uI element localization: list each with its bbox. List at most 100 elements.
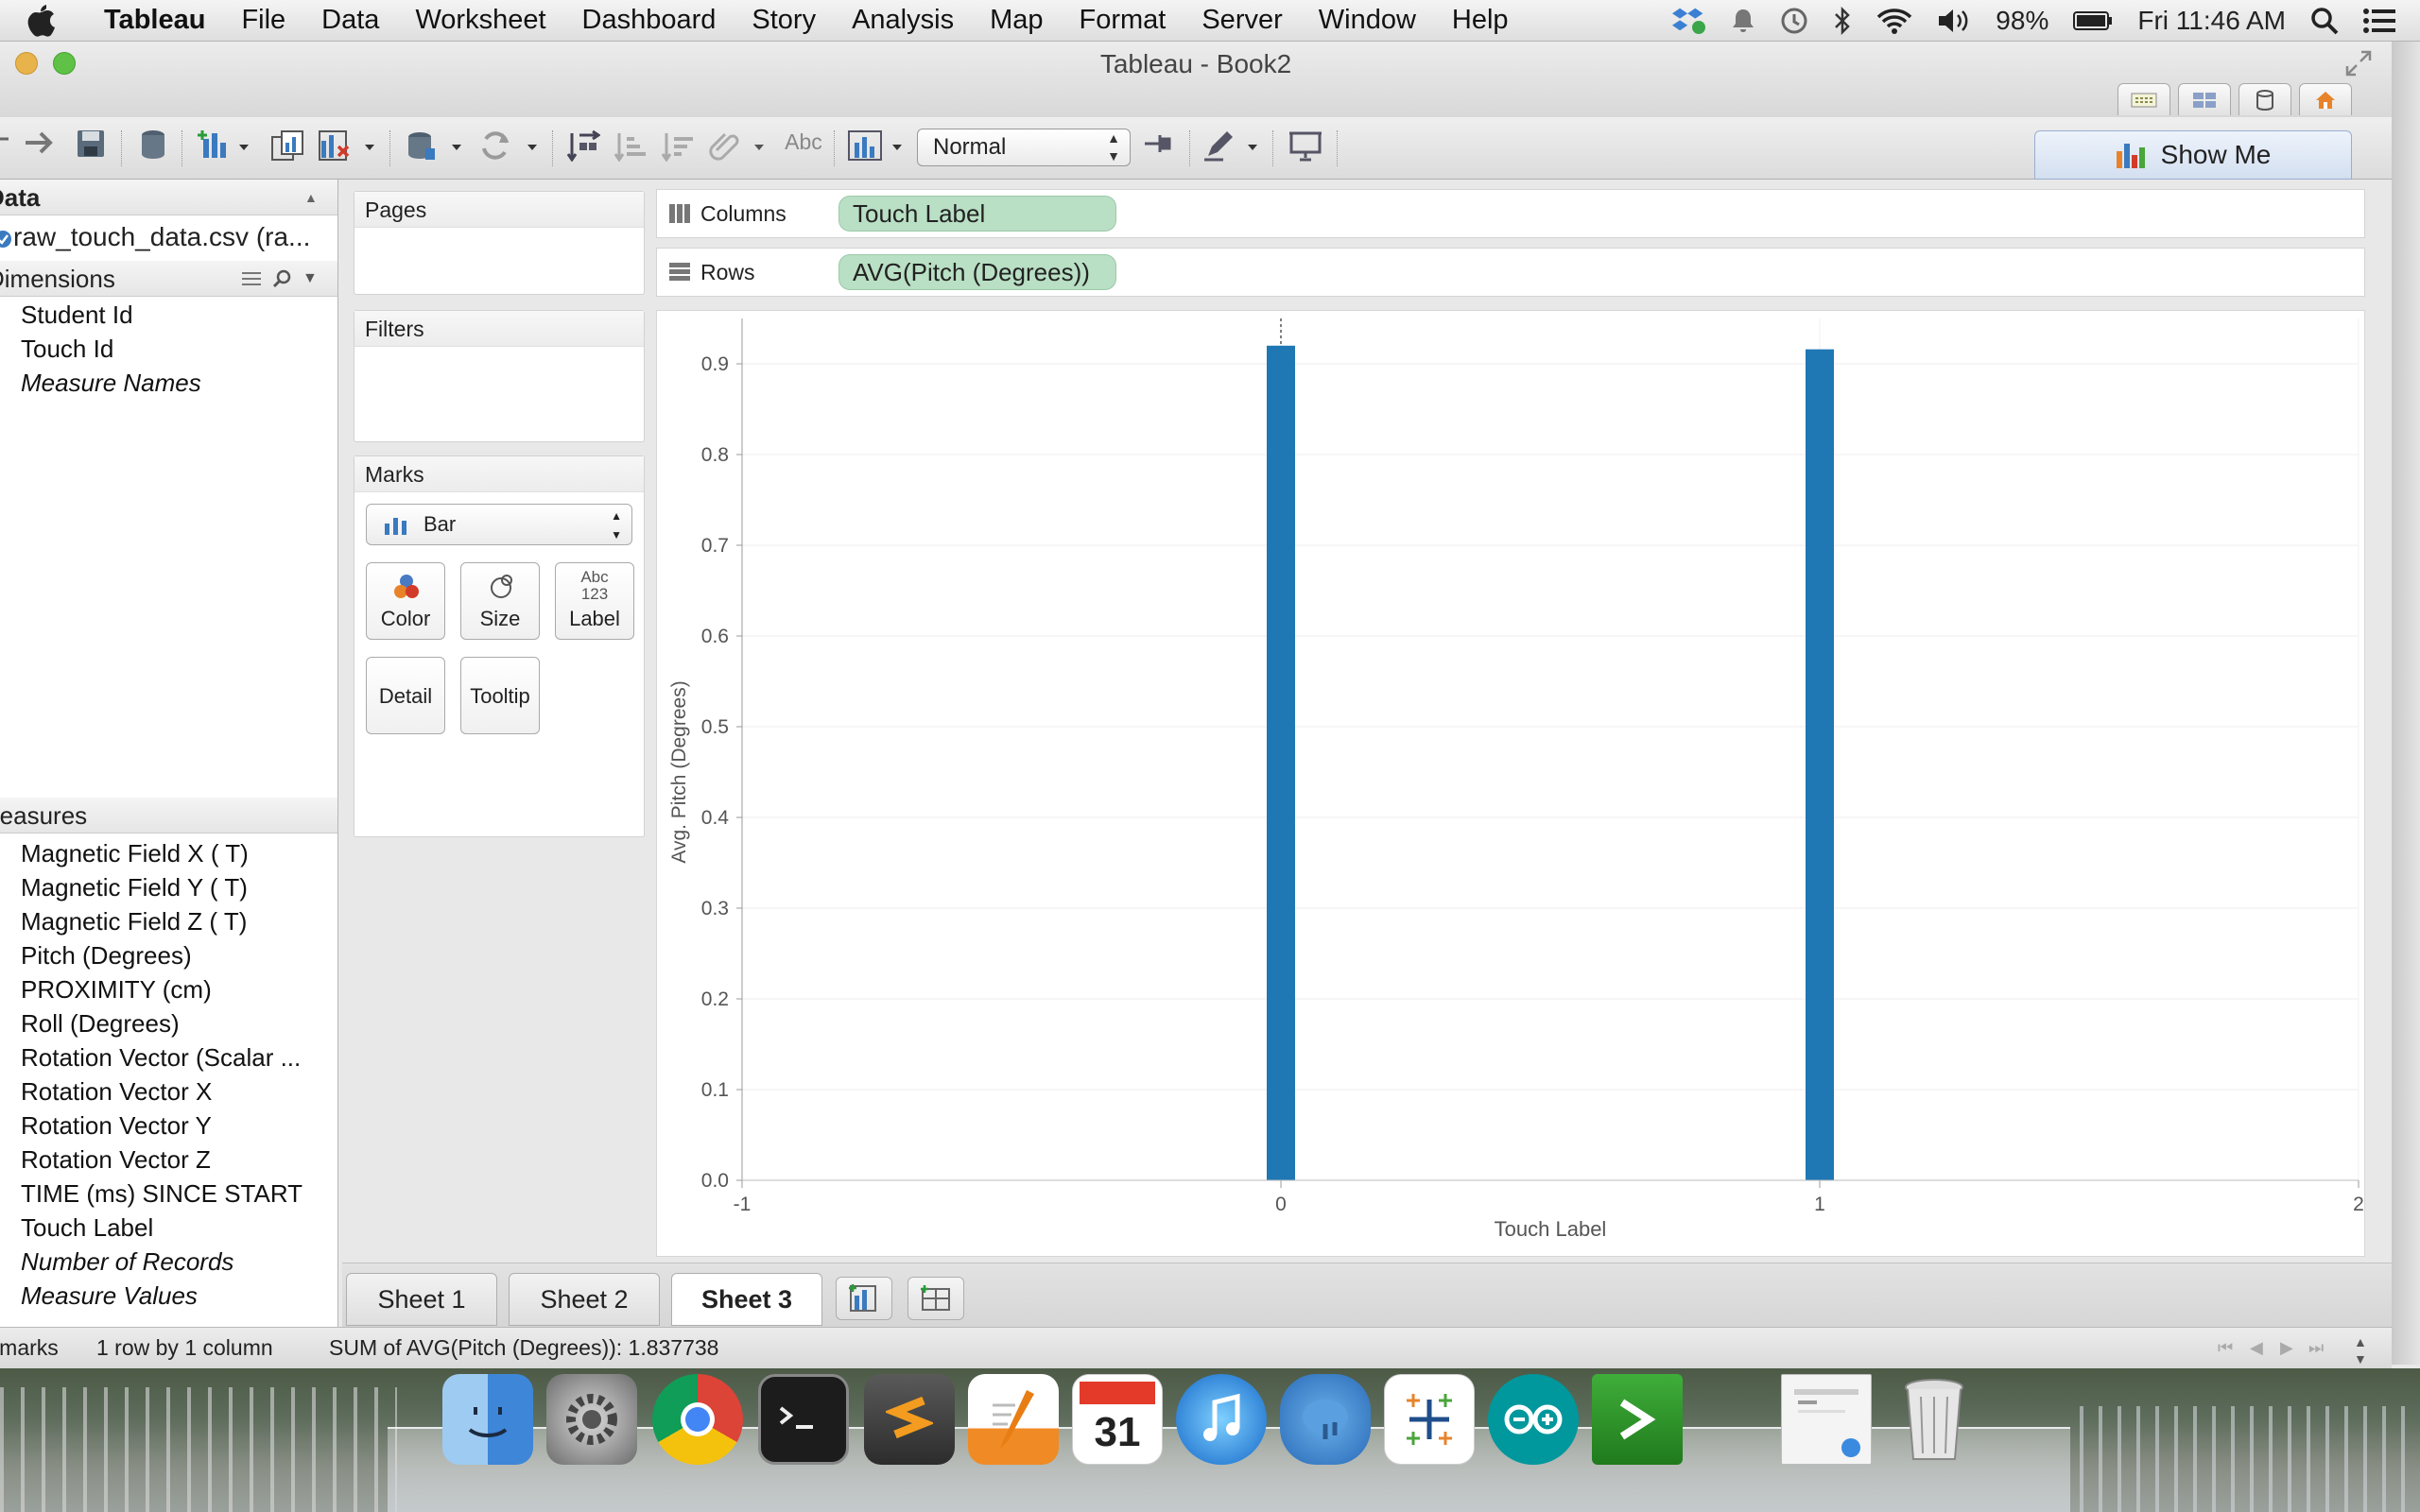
color-mark-button[interactable]: Color xyxy=(366,562,445,640)
menu-help[interactable]: Help xyxy=(1434,5,1527,36)
sheet-nav-prev-icon[interactable]: ◀ xyxy=(2250,1328,2263,1367)
field-measure-values[interactable]: Measure Values xyxy=(21,1281,198,1311)
menu-map[interactable]: Map xyxy=(972,5,1061,36)
data-source-item[interactable]: raw_touch_data.csv (ra... xyxy=(0,219,337,255)
pause-updates-icon[interactable] xyxy=(403,129,465,162)
sort-descending-icon[interactable] xyxy=(658,129,698,162)
field-time-since-start[interactable]: TIME (ms) SINCE START xyxy=(21,1179,302,1209)
sheet-sorter-updown-icon[interactable]: ▲ ▼ xyxy=(2354,1333,2367,1367)
sort-ascending-icon[interactable] xyxy=(611,129,650,162)
command-prompt-dock-icon[interactable] xyxy=(1592,1374,1683,1465)
sublime-text-dock-icon[interactable] xyxy=(864,1374,955,1465)
save-icon[interactable] xyxy=(72,129,110,158)
trash-dock-icon[interactable] xyxy=(1889,1374,1979,1465)
pane-menu-icon[interactable]: ▲ xyxy=(304,180,318,215)
search-fields-icon[interactable] xyxy=(272,263,293,299)
field-pitch-degrees[interactable]: Pitch (Degrees) xyxy=(21,941,192,971)
columns-shelf[interactable]: Columns Touch Label xyxy=(656,189,2365,238)
detail-mark-button[interactable]: Detail xyxy=(366,657,445,734)
finder-dock-icon[interactable] xyxy=(442,1374,533,1465)
worksheet-view[interactable]: 0.0 0.1 0.2 0.3 0.4 0.5 0.6 0.7 0.8 0.9 -1 0 1 2 Avg.… xyxy=(656,310,2365,1257)
notification-bell-icon[interactable] xyxy=(1731,8,1755,34)
show-mark-labels-abc[interactable]: Abc xyxy=(781,129,826,155)
dashboard-view-tab[interactable] xyxy=(2178,83,2231,115)
menu-window[interactable]: Window xyxy=(1301,5,1434,36)
pages-dock-icon[interactable] xyxy=(968,1374,1059,1465)
fullscreen-icon[interactable] xyxy=(2344,49,2373,82)
field-measure-names[interactable]: Measure Names xyxy=(21,369,201,398)
tab-sheet-1[interactable]: Sheet 1 xyxy=(346,1273,497,1326)
system-preferences-dock-icon[interactable] xyxy=(546,1374,637,1465)
filters-card[interactable]: Filters xyxy=(354,310,645,442)
view-list-icon[interactable] xyxy=(240,263,263,299)
field-rotation-vector-scalar[interactable]: Rotation Vector (Scalar ... xyxy=(21,1043,301,1073)
field-magnetic-field-y[interactable]: Magnetic Field Y ( T) xyxy=(21,873,248,902)
undo-icon[interactable] xyxy=(0,129,13,148)
field-number-of-records[interactable]: Number of Records xyxy=(21,1247,233,1277)
fit-dropdown[interactable]: Normal ▲ ▼ xyxy=(917,129,1131,166)
redo-icon[interactable] xyxy=(21,129,59,156)
tab-sheet-3[interactable]: Sheet 3 xyxy=(671,1273,822,1326)
new-worksheet-icon[interactable] xyxy=(195,129,253,160)
postgres-elephant-dock-icon[interactable] xyxy=(1280,1374,1371,1465)
itunes-dock-icon[interactable] xyxy=(1176,1374,1267,1465)
data-source-view-tab[interactable] xyxy=(2238,83,2291,115)
new-dashboard-tab-icon[interactable] xyxy=(908,1277,964,1320)
battery-percent[interactable]: 98% xyxy=(1996,6,2048,36)
wifi-icon[interactable] xyxy=(1876,8,1912,34)
duplicate-sheet-icon[interactable] xyxy=(268,129,306,162)
field-touch-id[interactable]: Touch Id xyxy=(21,335,113,364)
dropbox-icon[interactable] xyxy=(1672,7,1706,35)
bluetooth-icon[interactable] xyxy=(1833,7,1852,35)
field-rotation-vector-z[interactable]: Rotation Vector Z xyxy=(21,1145,211,1175)
volume-icon[interactable] xyxy=(1937,8,1971,34)
time-machine-icon[interactable] xyxy=(1780,7,1808,35)
field-touch-label[interactable]: Touch Label xyxy=(21,1213,153,1243)
arduino-dock-icon[interactable] xyxy=(1488,1374,1579,1465)
highlight-chart-icon[interactable] xyxy=(845,129,908,162)
group-members-paperclip-icon[interactable] xyxy=(707,129,769,162)
tooltip-mark-button[interactable]: Tooltip xyxy=(460,657,540,734)
field-magnetic-field-x[interactable]: Magnetic Field X ( T) xyxy=(21,839,249,868)
label-mark-button[interactable]: Abc 123 Label xyxy=(555,562,634,640)
rows-shelf[interactable]: Rows AVG(Pitch (Degrees)) xyxy=(656,248,2365,297)
field-rotation-vector-y[interactable]: Rotation Vector Y xyxy=(21,1111,212,1141)
calendar-dock-icon[interactable]: 31 xyxy=(1072,1374,1163,1465)
clock[interactable]: Fri 11:46 AM xyxy=(2137,6,2286,36)
menu-story[interactable]: Story xyxy=(734,5,834,36)
apple-icon[interactable] xyxy=(25,3,83,39)
clear-sheet-icon[interactable] xyxy=(316,129,378,162)
fix-axes-pin-icon[interactable] xyxy=(1138,129,1178,158)
field-student-id[interactable]: Student Id xyxy=(21,301,133,330)
menu-analysis[interactable]: Analysis xyxy=(834,5,972,36)
presentation-mode-icon[interactable] xyxy=(1286,129,1325,162)
show-me-button[interactable]: Show Me xyxy=(2034,130,2352,180)
field-magnetic-field-z[interactable]: Magnetic Field Z ( T) xyxy=(21,907,247,936)
worksheet-view-tab[interactable] xyxy=(2118,83,2170,115)
start-page-home-tab[interactable] xyxy=(2299,83,2352,115)
tab-sheet-2[interactable]: Sheet 2 xyxy=(509,1273,660,1326)
battery-icon[interactable] xyxy=(2073,10,2113,31)
field-proximity[interactable]: PROXIMITY (cm) xyxy=(21,975,212,1005)
menu-worksheet[interactable]: Worksheet xyxy=(397,5,563,36)
bar-mark[interactable] xyxy=(1806,349,1834,1180)
highlighter-pen-icon[interactable] xyxy=(1201,129,1263,162)
field-roll-degrees[interactable]: Roll (Degrees) xyxy=(21,1009,180,1039)
menu-file[interactable]: File xyxy=(223,5,303,36)
refresh-icon[interactable] xyxy=(478,129,541,162)
new-data-source-icon[interactable] xyxy=(134,129,172,160)
mark-type-dropdown[interactable]: Bar ▲ ▼ xyxy=(366,504,632,545)
notification-center-icon[interactable] xyxy=(2363,8,2395,34)
size-mark-button[interactable]: Size xyxy=(460,562,540,640)
menu-server[interactable]: Server xyxy=(1184,5,1300,36)
bar-mark[interactable] xyxy=(1267,345,1295,1180)
menu-app-tableau[interactable]: Tableau xyxy=(83,5,223,36)
menu-format[interactable]: Format xyxy=(1062,5,1184,36)
sheet-nav-next-icon[interactable]: ▶ xyxy=(2280,1328,2293,1367)
menu-data[interactable]: Data xyxy=(303,5,397,36)
field-rotation-vector-x[interactable]: Rotation Vector X xyxy=(21,1077,212,1107)
rows-pill-avg-pitch[interactable]: AVG(Pitch (Degrees)) xyxy=(838,254,1116,290)
menu-dashboard[interactable]: Dashboard xyxy=(564,5,735,36)
chrome-dock-icon[interactable] xyxy=(652,1374,743,1465)
terminal-dock-icon[interactable] xyxy=(758,1374,849,1465)
